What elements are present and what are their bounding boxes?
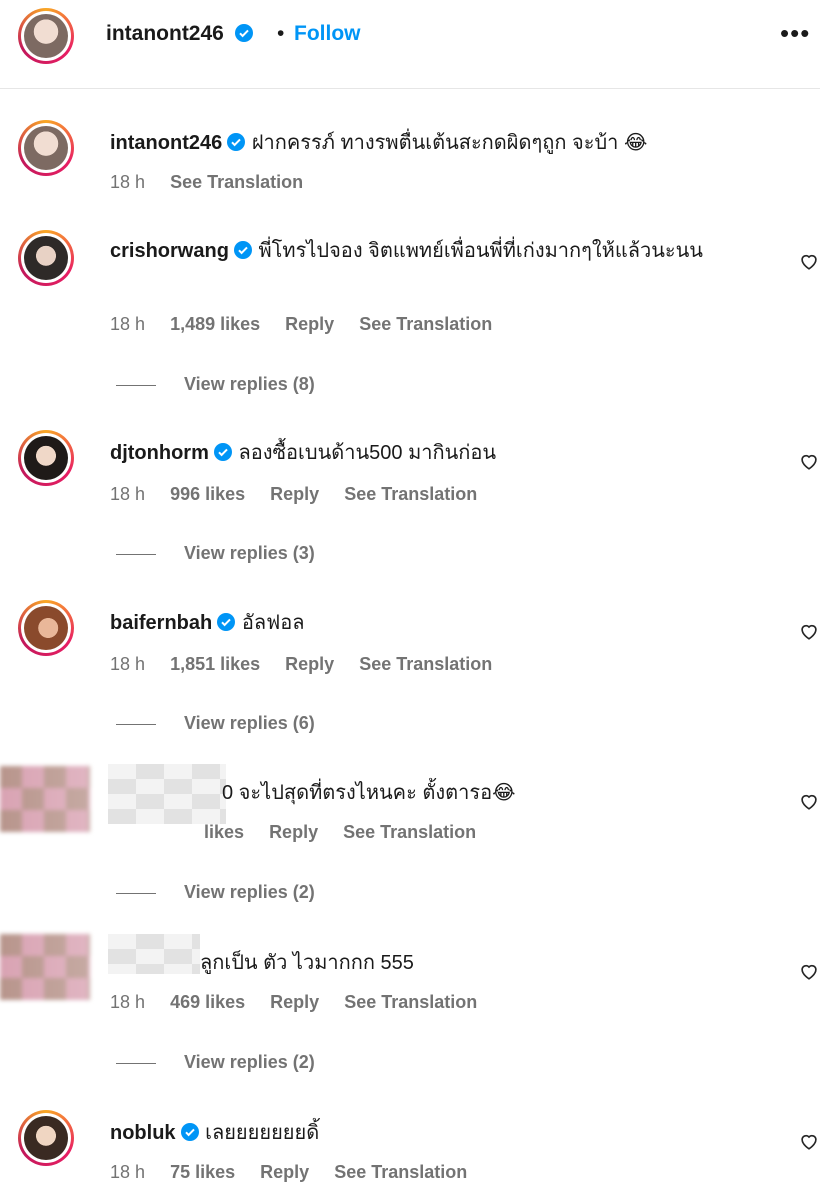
commenter-avatar[interactable]	[18, 600, 74, 656]
verified-badge-icon	[234, 24, 253, 42]
comment-body: ฝากครรภ์ ทางรพตื่นเต้นสะกดผิดๆถูก จะบ้า …	[251, 132, 648, 154]
comment-text-block: djtonhorm ลองซื้อเบนด้าน500 มากินก่อน	[110, 438, 740, 468]
replies-divider	[116, 723, 156, 725]
blurred-avatar[interactable]	[0, 766, 90, 832]
comment-username[interactable]: intanont246	[110, 132, 222, 154]
verified-badge-icon	[180, 1123, 199, 1141]
commenter-avatar[interactable]	[18, 230, 74, 286]
verified-badge-icon	[227, 133, 246, 151]
author-avatar[interactable]	[18, 8, 74, 64]
verified-badge-icon	[233, 241, 252, 259]
see-translation-link[interactable]: See Translation	[334, 1162, 467, 1182]
like-heart-icon[interactable]	[798, 620, 820, 642]
see-translation-link[interactable]: See Translation	[343, 822, 476, 842]
reply-button[interactable]: Reply	[285, 654, 334, 674]
comment-username[interactable]: crishorwang	[110, 240, 229, 262]
view-replies-button[interactable]: View replies (6)	[116, 713, 315, 734]
commenter-avatar[interactable]	[18, 1110, 74, 1166]
follow-button[interactable]: Follow	[294, 22, 361, 46]
likes-count[interactable]: 469 likes	[170, 992, 245, 1012]
comment-body: ลูกเป็น ตัว ไวมากกก 555	[200, 952, 414, 974]
see-translation-link[interactable]: See Translation	[344, 484, 477, 504]
comment-meta: 18 h See Translation	[110, 172, 323, 193]
view-replies-button[interactable]: View replies (2)	[116, 882, 315, 903]
comment-username[interactable]: nobluk	[110, 1122, 176, 1144]
likes-count[interactable]: 1,489 likes	[170, 314, 260, 334]
replies-divider	[116, 553, 156, 555]
reply-button[interactable]: Reply	[260, 1162, 309, 1182]
comment-body: เลยยยยยยยดิ้	[205, 1122, 320, 1144]
likes-count[interactable]: 1,851 likes	[170, 654, 260, 674]
comment-time: 18 h	[110, 484, 146, 504]
replies-divider	[116, 384, 156, 386]
like-heart-icon[interactable]	[798, 450, 820, 472]
comment-time: 18 h	[110, 314, 146, 334]
reply-button[interactable]: Reply	[285, 314, 334, 334]
replies-divider	[116, 892, 156, 894]
separator-dot: •	[277, 22, 285, 45]
view-replies-button[interactable]: View replies (8)	[116, 374, 315, 395]
comment-time: 18 h	[110, 654, 146, 674]
see-translation-link[interactable]: See Translation	[359, 654, 492, 674]
comment-body: อัลฟอล	[241, 612, 305, 634]
comment-text-block: crishorwang พี่โทรไปจอง จิตแพทย์เพื่อนพี…	[110, 236, 740, 266]
comment-text-block: 0 จะไปสุดที่ตรงไหนคะ ตั้งตารอ😂	[222, 778, 742, 808]
like-heart-icon[interactable]	[798, 790, 820, 812]
reply-button[interactable]: Reply	[270, 484, 319, 504]
author-username[interactable]: intanont246	[106, 22, 254, 46]
comment-body: พี่โทรไปจอง จิตแพทย์เพื่อนพี่ที่เก่งมากๆ…	[258, 240, 703, 262]
like-heart-icon[interactable]	[798, 960, 820, 982]
comment-text-block: ลูกเป็น ตัว ไวมากกก 555	[200, 948, 740, 978]
likes-count[interactable]: 996 likes	[170, 484, 245, 504]
view-replies-button[interactable]: View replies (3)	[116, 543, 315, 564]
likes-count[interactable]: likes	[204, 822, 244, 842]
like-heart-icon[interactable]	[798, 1130, 820, 1152]
comment-meta: 18 h 469 likes Reply See Translation	[110, 992, 497, 1013]
commenter-avatar[interactable]	[18, 120, 74, 176]
see-translation-link[interactable]: See Translation	[170, 172, 303, 192]
more-options-icon[interactable]: •••	[780, 18, 810, 49]
comment-body: ลองซื้อเบนด้าน500 มากินก่อน	[238, 442, 497, 464]
replies-divider	[116, 1062, 156, 1064]
comment-meta: likes Reply See Translation	[204, 822, 496, 843]
comment-username[interactable]: baifernbah	[110, 612, 212, 634]
verified-badge-icon	[217, 613, 236, 631]
comment-meta: 18 h 1,489 likes Reply See Translation	[110, 314, 512, 335]
blurred-username	[108, 934, 200, 974]
comment-meta: 18 h 996 likes Reply See Translation	[110, 484, 497, 505]
reply-button[interactable]: Reply	[269, 822, 318, 842]
comment-body: 0 จะไปสุดที่ตรงไหนคะ ตั้งตารอ😂	[222, 782, 516, 804]
comment-time: 18 h	[110, 992, 146, 1012]
see-translation-link[interactable]: See Translation	[359, 314, 492, 334]
comment-text-block: intanont246 ฝากครรภ์ ทางรพตื่นเต้นสะกดผิ…	[110, 128, 740, 158]
comment-time: 18 h	[110, 172, 146, 192]
comment-username[interactable]: djtonhorm	[110, 442, 209, 464]
commenter-avatar[interactable]	[18, 430, 74, 486]
comment-text-block: nobluk เลยยยยยยยดิ้	[110, 1118, 740, 1148]
comment-time: 18 h	[110, 1162, 146, 1182]
like-heart-icon[interactable]	[798, 250, 820, 272]
blurred-username	[108, 764, 226, 824]
post-header: intanont246 • Follow •••	[0, 0, 820, 89]
comment-meta: 18 h 1,851 likes Reply See Translation	[110, 654, 512, 675]
reply-button[interactable]: Reply	[270, 992, 319, 1012]
likes-count[interactable]: 75 likes	[170, 1162, 235, 1182]
comment-meta: 18 h 75 likes Reply See Translation	[110, 1162, 487, 1183]
verified-badge-icon	[213, 443, 232, 461]
comment-text-block: baifernbah อัลฟอล	[110, 608, 740, 638]
blurred-avatar[interactable]	[0, 934, 90, 1000]
see-translation-link[interactable]: See Translation	[344, 992, 477, 1012]
view-replies-button[interactable]: View replies (2)	[116, 1052, 315, 1073]
